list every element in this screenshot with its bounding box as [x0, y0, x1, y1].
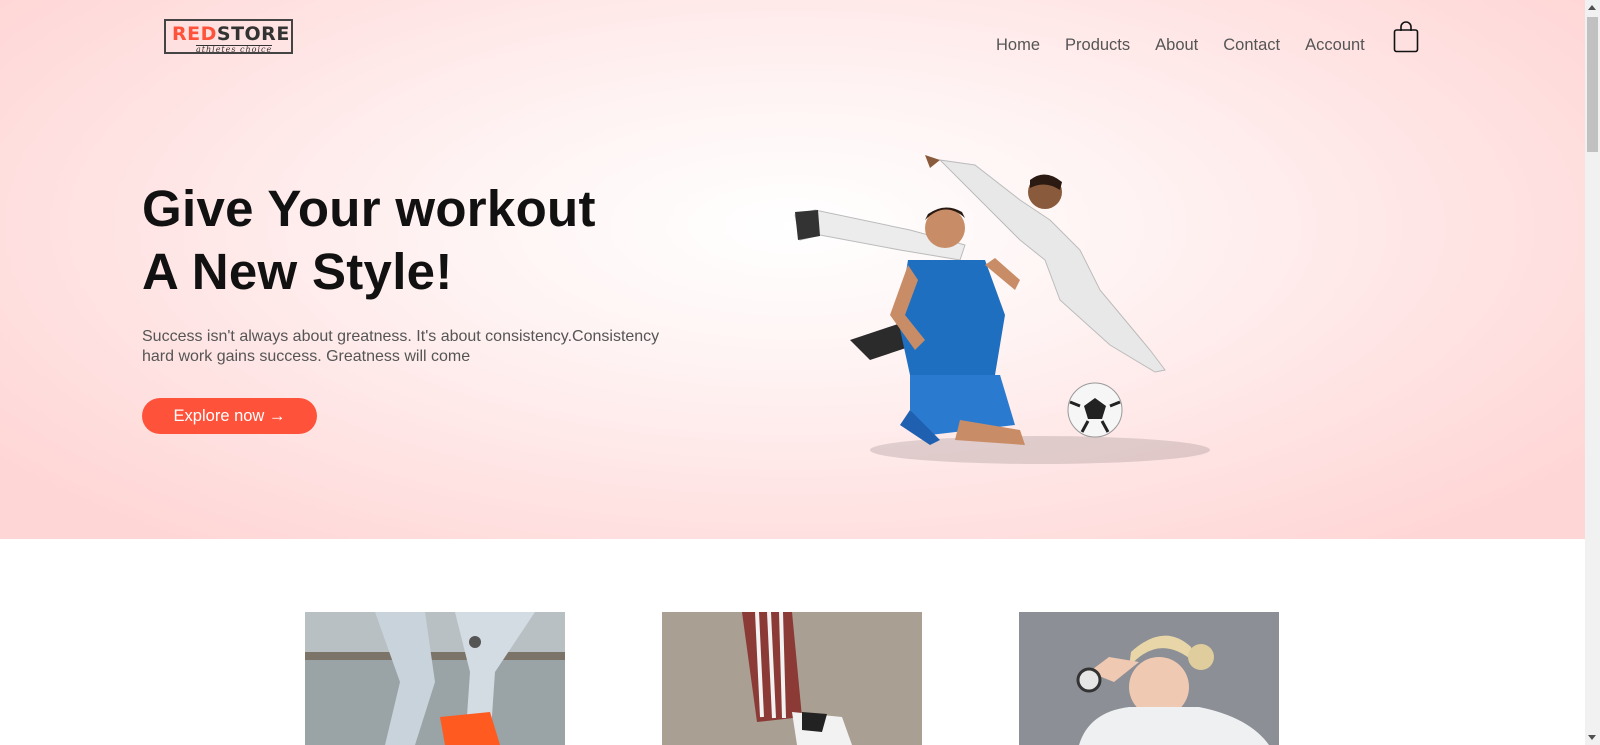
vertical-scrollbar[interactable] [1585, 0, 1600, 745]
scroll-down-arrow-icon[interactable] [1588, 735, 1596, 740]
hero-title-line1: Give Your workout [142, 180, 596, 237]
logo-wordmark: REDSTORE [172, 24, 290, 44]
logo-store-part: STORE [216, 23, 290, 45]
nav-about[interactable]: About [1155, 36, 1198, 55]
category-image-woman-smartwatch[interactable] [1019, 612, 1279, 745]
shopping-bag-icon[interactable] [1393, 21, 1419, 53]
categories-row [0, 612, 1585, 745]
nav-contact[interactable]: Contact [1223, 36, 1280, 55]
nav-products[interactable]: Products [1065, 36, 1130, 55]
nav-home[interactable]: Home [996, 36, 1040, 55]
hero-title: Give Your workout A New Style! [142, 177, 596, 303]
nav-account[interactable]: Account [1305, 36, 1365, 55]
explore-now-button[interactable]: Explore now → [142, 398, 317, 434]
main-nav: Home Products About Contact Account [996, 36, 1390, 55]
hero-title-line2: A New Style! [142, 243, 453, 300]
logo-tagline: athletes choice [196, 45, 273, 54]
scroll-up-arrow-icon[interactable] [1588, 5, 1596, 10]
category-image-jeans-sneakers[interactable] [305, 612, 565, 745]
logo-red-part: RED [172, 23, 217, 45]
hero-text-line2: hard work gains success. Greatness will … [142, 348, 471, 365]
hero-football-players-image [790, 140, 1210, 480]
hero-description: Success isn't always about greatness. It… [142, 327, 702, 367]
redstore-logo[interactable]: REDSTORE athletes choice [164, 19, 293, 54]
category-image-track-pants-shoe[interactable] [662, 612, 922, 745]
hero-text-line1: Success isn't always about greatness. It… [142, 328, 660, 345]
hero-section: REDSTORE athletes choice Home Products A… [0, 0, 1585, 539]
scroll-thumb[interactable] [1587, 17, 1598, 152]
